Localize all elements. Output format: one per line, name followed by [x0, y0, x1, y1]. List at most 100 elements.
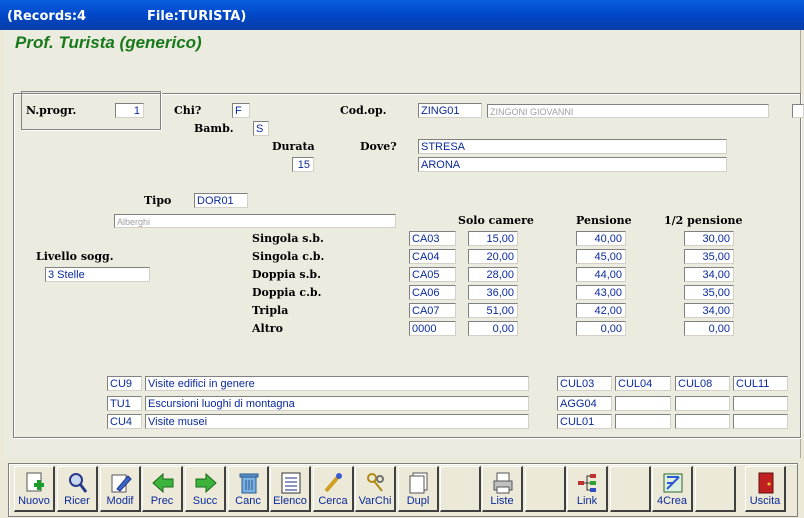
solo-camere-field[interactable]: 36,00	[468, 285, 518, 300]
varchi-label: VarChi	[358, 495, 392, 507]
livello-label: Livello sogg.	[36, 250, 114, 263]
crea-label: 4Crea	[657, 495, 687, 507]
nprogr-field[interactable]: 1	[115, 103, 144, 118]
solo-camere-field[interactable]: 28,00	[468, 267, 518, 282]
mezza-pensione-field[interactable]: 0,00	[684, 321, 734, 336]
nprogr-label: N.progr.	[26, 104, 77, 117]
row-label: Tripla	[252, 304, 289, 317]
bamb-label: Bamb.	[194, 122, 234, 135]
room-code-field[interactable]: CA06	[409, 285, 456, 300]
empty-button[interactable]	[525, 466, 566, 512]
new-document-icon	[26, 472, 44, 492]
room-code-field[interactable]: 0000	[409, 321, 456, 336]
liste-label: Liste	[490, 495, 514, 507]
create-icon	[663, 473, 683, 493]
mezza-pensione-field[interactable]: 34,00	[684, 303, 734, 318]
cerca-label: Cerca	[318, 495, 348, 507]
activity-sub-code-field[interactable]: AGG04	[557, 396, 612, 411]
mezza-pensione-field[interactable]: 35,00	[684, 249, 734, 264]
liste-button[interactable]: Liste	[482, 466, 523, 512]
title-bar: (Records:4 File:TURISTA)	[0, 0, 804, 30]
uscita-button[interactable]: Uscita	[745, 466, 786, 512]
activity-sub-code-field[interactable]: CUL08	[675, 376, 730, 391]
dove-field-1[interactable]: STRESA	[418, 139, 727, 154]
modif-label: Modif	[106, 495, 134, 507]
nuovo-button[interactable]: Nuovo	[14, 466, 55, 512]
activity-sub-code-field[interactable]: CUL03	[557, 376, 612, 391]
dupl-button[interactable]: Dupl	[398, 466, 439, 512]
header-solo-camere: Solo camere	[458, 214, 534, 227]
pensione-field[interactable]: 44,00	[576, 267, 626, 282]
canc-button[interactable]: Canc	[228, 466, 269, 512]
activity-sub-code-field[interactable]	[615, 414, 671, 429]
row-label: Doppia s.b.	[252, 268, 321, 281]
solo-camere-field[interactable]: 51,00	[468, 303, 518, 318]
pensione-field[interactable]: 42,00	[576, 303, 626, 318]
empty-button[interactable]	[695, 466, 736, 512]
modif-button[interactable]: Modif	[100, 466, 141, 512]
activity-sub-code-field[interactable]	[675, 396, 730, 411]
exit-door-icon	[758, 472, 774, 494]
succ-button[interactable]: Succ	[185, 466, 226, 512]
cerca-button[interactable]: Cerca	[313, 466, 354, 512]
link-button[interactable]: Link	[567, 466, 608, 512]
activity-desc-field[interactable]: Visite musei	[145, 414, 529, 429]
activity-sub-code-field[interactable]: CUL11	[733, 376, 788, 391]
link-label: Link	[576, 495, 598, 507]
toolbar: Nuovo Ricer Modif Prec Succ Canc Elenco …	[0, 460, 804, 518]
activity-code-field[interactable]: CU9	[107, 376, 142, 391]
activity-code-field[interactable]: CU4	[107, 414, 142, 429]
canc-label: Canc	[235, 495, 261, 507]
elenco-button[interactable]: Elenco	[270, 466, 311, 512]
activity-sub-code-field[interactable]	[615, 396, 671, 411]
codop-field[interactable]: ZING01	[418, 103, 482, 118]
edit-icon	[111, 474, 132, 493]
tipo-field[interactable]: DOR01	[194, 193, 248, 208]
ricer-button[interactable]: Ricer	[57, 466, 98, 512]
activity-sub-code-field[interactable]	[733, 396, 788, 411]
header-pensione: Pensione	[576, 214, 632, 227]
arrow-left-icon	[152, 472, 174, 494]
search-icon	[69, 473, 88, 493]
row-label: Singola s.b.	[252, 232, 324, 245]
dove-label: Dove?	[360, 140, 397, 153]
livello-field[interactable]: 3 Stelle	[45, 267, 150, 282]
room-code-field[interactable]: CA07	[409, 303, 456, 318]
crea-button[interactable]: 4Crea	[652, 466, 693, 512]
activity-code-field[interactable]: TU1	[107, 396, 142, 411]
empty-button[interactable]	[440, 466, 481, 512]
activity-desc-field[interactable]: Escursioni luoghi di montagna	[145, 396, 529, 411]
activity-sub-code-field[interactable]: CUL04	[615, 376, 671, 391]
ricer-label: Ricer	[64, 495, 90, 507]
pensione-field[interactable]: 40,00	[576, 231, 626, 246]
solo-camere-field[interactable]: 15,00	[468, 231, 518, 246]
extra-field-edge[interactable]	[792, 104, 804, 118]
varchi-button[interactable]: VarChi	[355, 466, 396, 512]
activity-sub-code-field[interactable]	[675, 414, 730, 429]
pensione-field[interactable]: 45,00	[576, 249, 626, 264]
pensione-field[interactable]: 43,00	[576, 285, 626, 300]
mezza-pensione-field[interactable]: 30,00	[684, 231, 734, 246]
prec-label: Prec	[150, 495, 174, 507]
activity-sub-code-field[interactable]: CUL01	[557, 414, 612, 429]
dove-field-2[interactable]: ARONA	[418, 157, 727, 172]
chi-field[interactable]: F	[232, 103, 250, 118]
durata-field[interactable]: 15	[292, 157, 314, 172]
empty-button[interactable]	[610, 466, 651, 512]
elenco-label: Elenco	[273, 495, 307, 507]
prec-button[interactable]: Prec	[142, 466, 183, 512]
pensione-field[interactable]: 0,00	[576, 321, 626, 336]
activity-sub-code-field[interactable]	[733, 414, 788, 429]
tipo-desc-field: Alberghi	[114, 214, 396, 228]
solo-camere-field[interactable]: 0,00	[468, 321, 518, 336]
activity-desc-field[interactable]: Visite edifici in genere	[145, 376, 529, 391]
chi-label: Chi?	[174, 104, 202, 117]
solo-camere-field[interactable]: 20,00	[468, 249, 518, 264]
room-code-field[interactable]: CA03	[409, 231, 456, 246]
mezza-pensione-field[interactable]: 35,00	[684, 285, 734, 300]
row-label: Doppia c.b.	[252, 286, 322, 299]
mezza-pensione-field[interactable]: 34,00	[684, 267, 734, 282]
bamb-field[interactable]: S	[253, 121, 269, 136]
room-code-field[interactable]: CA04	[409, 249, 456, 264]
room-code-field[interactable]: CA05	[409, 267, 456, 282]
